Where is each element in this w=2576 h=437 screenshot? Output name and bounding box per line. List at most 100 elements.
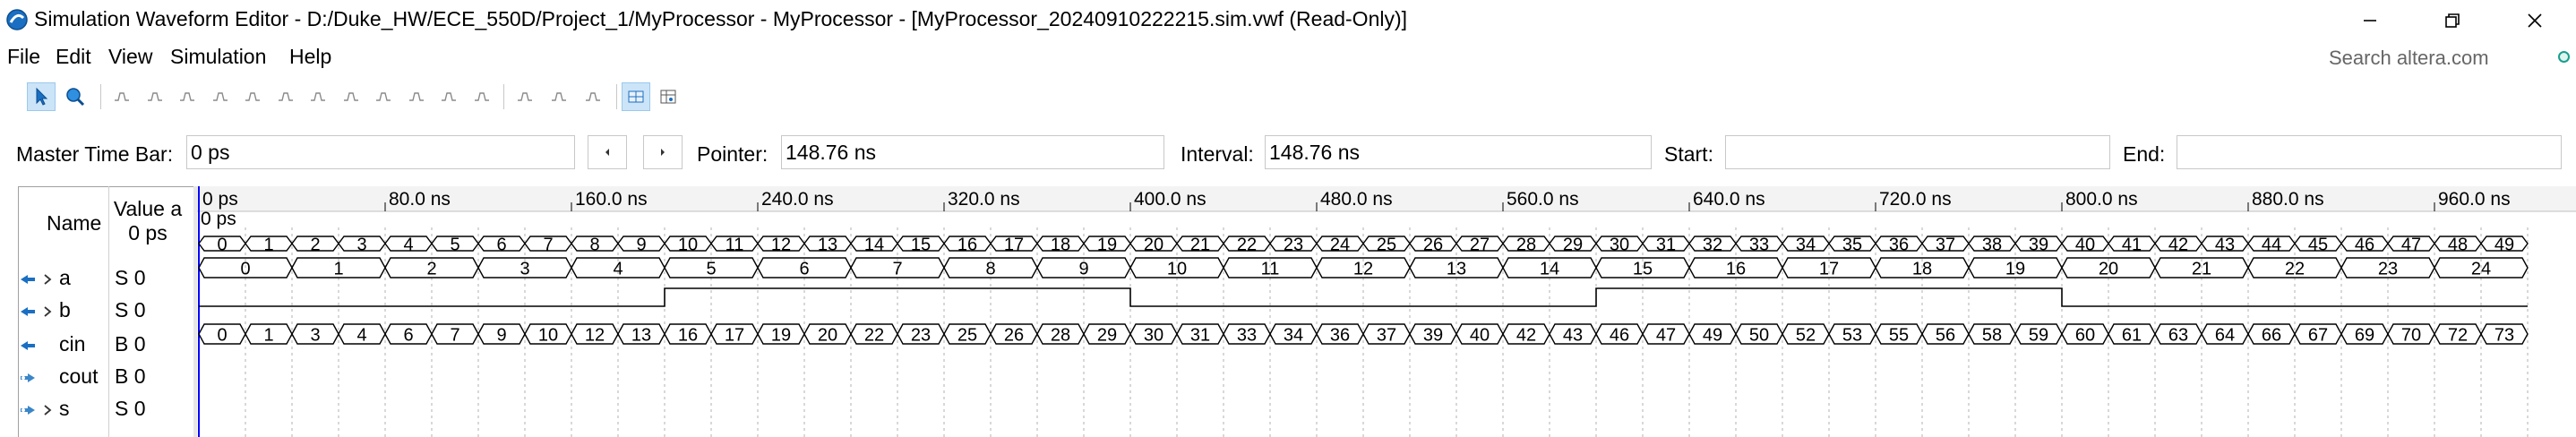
don't-care-button[interactable] <box>468 82 496 111</box>
bus-cin-value-label: 58 <box>1982 326 2002 346</box>
count-value-button[interactable] <box>304 82 332 111</box>
bus-cin-value-label: 70 <box>2401 326 2421 346</box>
pointer-field[interactable]: 148.76 ns <box>781 135 1164 169</box>
table-view-icon <box>660 90 676 104</box>
bus-cin-value-label: 43 <box>1563 326 1583 346</box>
bus-a-value-label: 15 <box>1633 260 1653 279</box>
bus-cin-value-label: 47 <box>1656 326 1676 346</box>
bus-cin-value-label: 23 <box>911 326 931 346</box>
random-values-button[interactable] <box>369 82 398 111</box>
undo-overwrite-button[interactable] <box>579 82 607 111</box>
weak-unknown-button[interactable] <box>434 82 463 111</box>
end-label: End: <box>2123 142 2166 166</box>
master-time-bar-field[interactable]: 0 ps <box>186 135 575 169</box>
menu-file[interactable]: File <box>7 45 40 69</box>
snap-to-grid-button[interactable] <box>622 82 650 111</box>
bus-a-value-label: 17 <box>1819 260 1839 279</box>
menu-bar: File Edit View Simulation Help <box>0 41 2576 73</box>
pointer-label: Pointer: <box>697 142 769 166</box>
end-field[interactable] <box>2177 135 2562 169</box>
start-field[interactable] <box>1725 135 2110 169</box>
minimize-button[interactable] <box>2329 0 2411 41</box>
restore-button[interactable] <box>2411 0 2494 41</box>
top-bus-value-label: 38 <box>1982 236 2002 255</box>
top-bus-value-label: 34 <box>1796 236 1816 255</box>
overwrite-clock-button[interactable] <box>545 82 573 111</box>
signal-row-a[interactable]: a S 0 <box>18 263 193 296</box>
bus-cin-value-label: 56 <box>1936 326 1955 346</box>
arbitrary-value-button[interactable] <box>402 82 431 111</box>
top-bus-value-label: 48 <box>2448 236 2468 255</box>
top-bus-value-label: 9 <box>636 236 646 255</box>
signal-row-s[interactable]: s S 0 <box>18 394 193 426</box>
expand-chevron-icon[interactable] <box>41 401 54 419</box>
bus-a-value-label: 4 <box>613 260 623 279</box>
bus-a-value-label: 24 <box>2471 260 2491 279</box>
weak-high-button[interactable] <box>238 82 267 111</box>
interval-field[interactable]: 148.76 ns <box>1265 135 1652 169</box>
bus-cin-value-label: 29 <box>1097 326 1117 346</box>
top-bus-value-label: 23 <box>1284 236 1303 255</box>
value-column-header[interactable]: Value a 0 ps <box>113 197 183 245</box>
next-transition-button[interactable] <box>643 135 683 169</box>
signal-row-b[interactable]: b S 0 <box>18 296 193 328</box>
bus-cin-value-label: 10 <box>538 326 558 346</box>
snap-to-grid-button[interactable] <box>511 82 539 111</box>
selection-tool-button[interactable] <box>27 82 56 111</box>
top-bus-value-label: 10 <box>678 236 698 255</box>
search-input[interactable]: Search altera.com <box>2329 43 2553 73</box>
bus-cin-value-label: 25 <box>957 326 977 346</box>
top-bus-value-label: 12 <box>771 236 791 255</box>
expand-chevron-icon[interactable] <box>41 270 54 288</box>
weak-low-button[interactable] <box>206 82 235 111</box>
bus-cin-value-label: 39 <box>1423 326 1443 346</box>
menu-view[interactable]: View <box>108 45 152 69</box>
bus-cin-value-label: 69 <box>2355 326 2374 346</box>
output-pin-icon <box>21 406 35 415</box>
bus-a-value-label: 0 <box>240 260 250 279</box>
forcing-clock-button[interactable] <box>337 82 365 111</box>
signal-row-cout[interactable]: cout B 0 <box>18 362 193 394</box>
invert-button[interactable] <box>271 82 300 111</box>
signal-name: s <box>59 397 70 420</box>
undo-overwrite-icon <box>586 92 600 101</box>
output-pin-icon <box>21 373 35 382</box>
menu-edit[interactable]: Edit <box>56 45 91 69</box>
cursor-time-label: 0 ps <box>201 209 236 229</box>
close-button[interactable] <box>2494 0 2576 41</box>
forcing-low-button[interactable] <box>107 82 136 111</box>
bus-cin-value-label: 6 <box>403 326 413 346</box>
status-indicator-icon <box>2558 51 2570 63</box>
bus-a-value-label: 11 <box>1261 260 1280 279</box>
top-bus-value-label: 19 <box>1097 236 1117 255</box>
high-impedance-button[interactable] <box>173 82 202 111</box>
previous-transition-button[interactable] <box>588 135 627 169</box>
top-bus-value-label: 11 <box>726 236 744 255</box>
zoom-tool-button[interactable] <box>61 82 90 111</box>
master-time-bar-label: Master Time Bar: <box>16 142 174 166</box>
expand-chevron-icon[interactable] <box>41 303 54 321</box>
bus-cin-value-label: 36 <box>1330 326 1350 346</box>
time-label: 160.0 ns <box>575 189 648 210</box>
bus-cin-value-label: 37 <box>1377 326 1396 346</box>
window-title: Simulation Waveform Editor - D:/Duke_HW/… <box>34 7 1408 30</box>
time-bar-view-button[interactable] <box>654 82 683 111</box>
close-icon <box>2528 13 2542 28</box>
bus-cin-value-label: 52 <box>1796 326 1816 346</box>
name-column-header[interactable]: Name <box>47 211 101 236</box>
top-bus-value-label: 6 <box>496 236 506 255</box>
interval-label: Interval: <box>1181 142 1254 166</box>
bus-cin-value-label: 19 <box>771 326 791 346</box>
grid-snap-icon <box>628 90 644 103</box>
menu-help[interactable]: Help <box>289 45 331 69</box>
menu-simulation[interactable]: Simulation <box>170 45 266 69</box>
bus-a-value-label: 6 <box>799 260 809 279</box>
waveform-display[interactable]: 0 ps 80.0 ns 160.0 ns 240.0 ns 320.0 ns 400.0… <box>197 186 2576 437</box>
bus-a-value-label: 18 <box>1912 260 1932 279</box>
bus-cin-value-label: 30 <box>1144 326 1163 346</box>
signal-row-cin[interactable]: cin B 0 <box>18 330 193 362</box>
top-bus-value-label: 30 <box>1610 236 1629 255</box>
forcing-high-button[interactable] <box>141 82 169 111</box>
bus-cin-value-label: 66 <box>2262 326 2281 346</box>
bus-cin-value-label: 67 <box>2308 326 2328 346</box>
